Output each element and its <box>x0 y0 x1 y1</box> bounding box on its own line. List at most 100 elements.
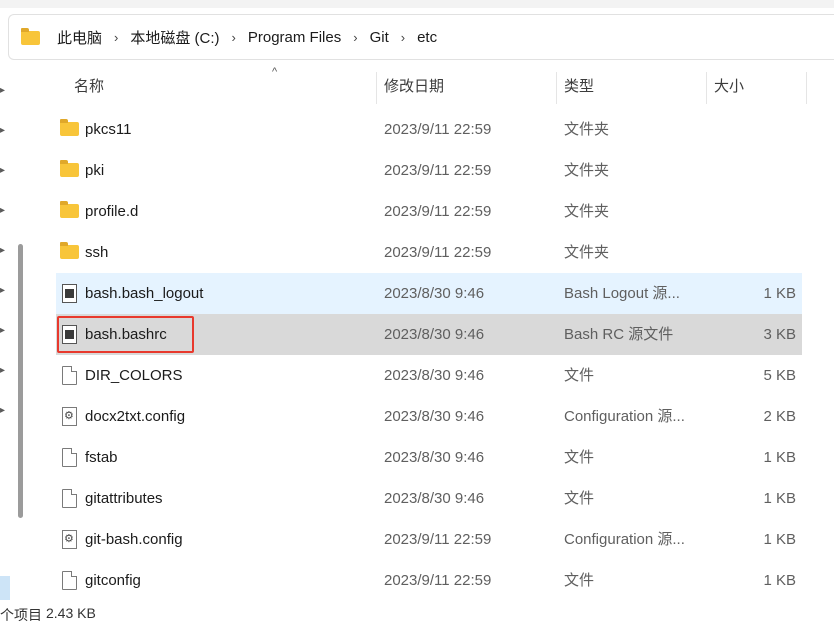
column-header-size[interactable]: 大小 <box>714 70 744 104</box>
file-name: profile.d <box>85 203 139 220</box>
file-row[interactable]: pki 2023/9/11 22:59 文件夹 <box>56 150 802 191</box>
pin-icon: ▸ <box>0 245 6 256</box>
file-date: 2023/8/30 9:46 <box>384 408 485 425</box>
file-type: 文件 <box>564 367 595 384</box>
status-bar: 个项目 2.43 KB <box>0 600 834 629</box>
file-date: 2023/9/11 22:59 <box>384 121 492 138</box>
file-row[interactable]: gitconfig 2023/9/11 22:59 文件 1 KB <box>56 560 802 601</box>
file-list: pkcs11 2023/9/11 22:59 文件夹 pki 2023/9/11 22:… <box>56 109 802 601</box>
file-icon <box>60 448 78 467</box>
folder-icon <box>60 119 79 138</box>
pin-icon: ▸ <box>0 325 6 336</box>
file-type: 文件夹 <box>564 162 610 179</box>
file-size: 1 KB <box>763 572 796 589</box>
navigation-pane[interactable]: ▸ ▸ ▸ ▸ ▸ ▸ ▸ ▸ ▸ <box>0 66 34 616</box>
file-type: 文件 <box>564 490 595 507</box>
file-name: docx2txt.config <box>85 408 186 425</box>
column-divider[interactable] <box>706 72 707 104</box>
navigation-scrollbar[interactable] <box>18 244 23 518</box>
address-bar[interactable]: 此电脑 › 本地磁盘 (C:) › Program Files › Git › … <box>8 14 834 60</box>
annotation-highlight-box <box>57 316 194 353</box>
title-strip <box>0 0 834 8</box>
file-name: bash.bash_logout <box>85 285 204 302</box>
file-row[interactable]: docx2txt.config 2023/8/30 9:46 Configurati… <box>56 396 802 437</box>
file-size: 5 KB <box>763 367 796 384</box>
file-size: 1 KB <box>763 449 796 466</box>
file-date: 2023/9/11 22:59 <box>384 244 492 261</box>
column-header-type[interactable]: 类型 <box>564 70 594 104</box>
file-name: gitconfig <box>85 572 141 589</box>
pin-icon: ▸ <box>0 85 6 96</box>
file-type: 文件 <box>564 572 595 589</box>
chevron-right-icon[interactable]: › <box>114 30 118 45</box>
folder-icon <box>60 242 79 261</box>
file-name: ssh <box>85 244 109 261</box>
chevron-right-icon[interactable]: › <box>353 30 357 45</box>
file-date: 2023/8/30 9:46 <box>384 490 485 507</box>
file-size: 3 KB <box>763 326 796 343</box>
file-name: git-bash.config <box>85 531 183 548</box>
item-count-label: 个项目 <box>0 607 42 623</box>
file-icon <box>60 571 78 590</box>
file-row[interactable]: bash.bash_logout 2023/8/30 9:46 Bash Logou… <box>56 273 802 314</box>
file-date: 2023/8/30 9:46 <box>384 449 485 466</box>
file-type: 文件 <box>564 449 595 466</box>
file-type: 文件夹 <box>564 203 610 220</box>
file-row[interactable]: ssh 2023/9/11 22:59 文件夹 <box>56 232 802 273</box>
pin-icon: ▸ <box>0 365 6 376</box>
file-name: pkcs11 <box>85 121 132 138</box>
file-name: gitattributes <box>85 490 163 507</box>
pin-icon: ▸ <box>0 405 6 416</box>
column-divider[interactable] <box>806 72 807 104</box>
pin-icon: ▸ <box>0 165 6 176</box>
breadcrumb-etc[interactable]: etc <box>417 29 437 46</box>
file-date: 2023/9/11 22:59 <box>384 162 492 179</box>
file-row[interactable]: gitattributes 2023/8/30 9:46 文件 1 KB <box>56 478 802 519</box>
file-name: fstab <box>85 449 118 466</box>
breadcrumb-drive-c[interactable]: 本地磁盘 (C:) <box>130 27 219 48</box>
file-icon <box>60 366 78 385</box>
folder-icon <box>60 160 79 179</box>
column-divider[interactable] <box>556 72 557 104</box>
column-header-name[interactable]: 名称 <box>74 70 104 104</box>
file-icon <box>60 489 78 508</box>
file-name: pki <box>85 162 105 179</box>
file-size: 1 KB <box>763 285 796 302</box>
file-row[interactable]: DIR_COLORS 2023/8/30 9:46 文件 5 KB <box>56 355 802 396</box>
file-row[interactable]: profile.d 2023/9/11 22:59 文件夹 <box>56 191 802 232</box>
column-header-date[interactable]: 修改日期 <box>384 70 444 104</box>
file-date: 2023/9/11 22:59 <box>384 572 492 589</box>
chevron-right-icon[interactable]: › <box>401 30 405 45</box>
pin-icon: ▸ <box>0 125 6 136</box>
config-file-icon <box>60 407 78 426</box>
file-date: 2023/9/11 22:59 <box>384 531 492 548</box>
breadcrumb-this-pc[interactable]: 此电脑 <box>57 27 102 48</box>
pin-icon: ▸ <box>0 285 6 296</box>
column-divider[interactable] <box>376 72 377 104</box>
file-type: 文件夹 <box>564 244 610 261</box>
script-file-icon <box>60 284 78 303</box>
chevron-right-icon[interactable]: › <box>232 30 236 45</box>
file-date: 2023/9/11 22:59 <box>384 203 492 220</box>
file-row[interactable]: fstab 2023/8/30 9:46 文件 1 KB <box>56 437 802 478</box>
file-type: Configuration 源... <box>564 408 685 425</box>
breadcrumb-git[interactable]: Git <box>370 29 389 46</box>
file-row[interactable]: git-bash.config 2023/9/11 22:59 Configurat… <box>56 519 802 560</box>
file-type: Bash Logout 源... <box>564 285 680 302</box>
file-size: 1 KB <box>763 490 796 507</box>
file-size: 1 KB <box>763 531 796 548</box>
file-type: Configuration 源... <box>564 531 685 548</box>
file-type: Bash RC 源文件 <box>564 326 674 343</box>
breadcrumb-program-files[interactable]: Program Files <box>248 29 341 46</box>
file-name: DIR_COLORS <box>85 367 183 384</box>
file-row[interactable]: pkcs11 2023/9/11 22:59 文件夹 <box>56 109 802 150</box>
folder-icon <box>21 28 41 45</box>
selected-size-label: 2.43 KB <box>46 605 96 621</box>
file-date: 2023/8/30 9:46 <box>384 326 485 343</box>
pin-icon: ▸ <box>0 205 6 216</box>
sort-ascending-icon: ^ <box>272 66 278 78</box>
file-type: 文件夹 <box>564 121 610 138</box>
file-date: 2023/8/30 9:46 <box>384 367 485 384</box>
config-file-icon <box>60 530 78 549</box>
file-size: 2 KB <box>763 408 796 425</box>
